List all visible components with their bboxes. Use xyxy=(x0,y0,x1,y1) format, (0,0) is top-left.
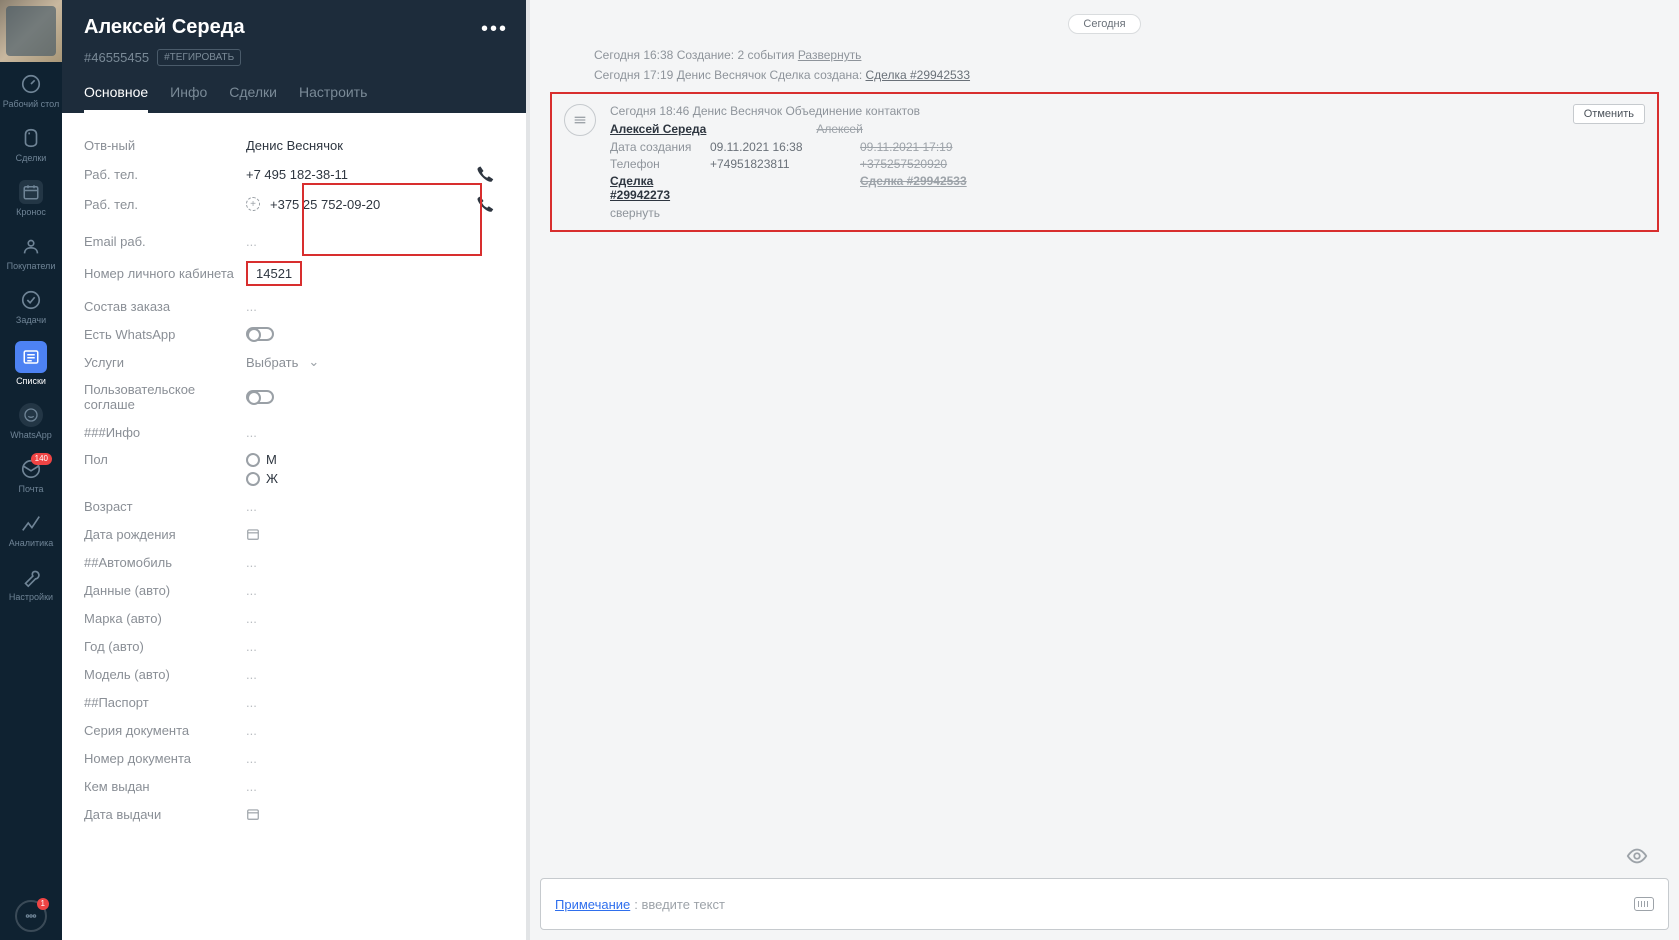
whatsapp-icon xyxy=(19,403,43,427)
services-label: Услуги xyxy=(84,355,246,370)
contact-panel: Алексей Середа ••• #46555455 #ТЕГИРОВАТЬ… xyxy=(62,0,530,940)
gender-m-radio[interactable]: М xyxy=(246,452,277,467)
mail-badge: 140 xyxy=(31,453,52,465)
note-prefix: Примечание xyxy=(555,897,630,912)
deal-link[interactable]: Сделка #29942533 xyxy=(866,68,971,82)
list-icon xyxy=(19,345,43,369)
activity-panel: Сегодня Сегодня 16:38 Создание: 2 событи… xyxy=(530,0,1679,940)
car-header: ##Автомобиль xyxy=(84,555,246,570)
email-value[interactable]: ... xyxy=(246,234,257,249)
responsible-label: Отв-ный xyxy=(84,138,246,153)
info-header: ###Инфо xyxy=(84,425,246,440)
merge-event-card: Сегодня 18:46 Денис Веснячок Объединение… xyxy=(550,92,1659,232)
services-select[interactable]: Выбрать ⌄ xyxy=(246,354,319,370)
eye-icon[interactable] xyxy=(1626,845,1648,867)
plus-circle-icon: + xyxy=(246,197,260,211)
cancel-merge-button[interactable]: Отменить xyxy=(1573,104,1645,124)
merge-deal2-link[interactable]: Сделка #29942533 xyxy=(860,174,1010,202)
notif-badge: 1 xyxy=(37,898,49,910)
sidebar: Рабочий стол Сделки Кронос Покупатели За… xyxy=(0,0,62,940)
call-phone1-button[interactable] xyxy=(476,165,494,183)
nav-mail[interactable]: 140 Почта xyxy=(0,447,62,501)
issuedate-label: Дата выдачи xyxy=(84,807,246,822)
cardata-label: Данные (авто) xyxy=(84,583,246,598)
more-button[interactable]: ••• xyxy=(481,18,508,41)
nav-tasks[interactable]: Задачи xyxy=(0,278,62,332)
docnum-label: Номер документа xyxy=(84,751,246,766)
tab-configure[interactable]: Настроить xyxy=(299,84,367,113)
phone1-label: Раб. тел. xyxy=(84,167,246,182)
merge-headline: Сегодня 18:46 Денис Веснячок Объединение… xyxy=(610,104,1643,118)
gender-f-radio[interactable]: Ж xyxy=(246,471,278,486)
nav-deals[interactable]: Сделки xyxy=(0,116,62,170)
responsible-value[interactable]: Денис Веснячок xyxy=(246,138,343,153)
tag-icon xyxy=(19,126,43,150)
whatsapp-toggle[interactable] xyxy=(246,327,274,341)
phone-icon xyxy=(476,195,494,213)
chevron-down-icon: ⌄ xyxy=(308,354,319,370)
user-avatar[interactable] xyxy=(0,0,62,62)
nav-analytics[interactable]: Аналитика xyxy=(0,501,62,555)
year-label: Год (авто) xyxy=(84,639,246,654)
calendar-icon[interactable] xyxy=(246,807,260,821)
merge-deal1-link[interactable]: Сделка #29942273 xyxy=(610,174,710,202)
note-input[interactable]: Примечание : введите текст xyxy=(540,878,1669,930)
contact-form: Отв-ный Денис Веснячок Раб. тел. +7 495 … xyxy=(62,113,526,940)
wrench-icon xyxy=(19,565,43,589)
order-label: Состав заказа xyxy=(84,299,246,314)
feed-entry: Сегодня 16:38 Создание: 2 события Развер… xyxy=(594,48,1669,62)
nav-desktop[interactable]: Рабочий стол xyxy=(0,62,62,116)
docseries-label: Серия документа xyxy=(84,723,246,738)
note-placeholder: : введите текст xyxy=(634,897,725,912)
account-label: Номер личного кабинета xyxy=(84,266,246,281)
merge-primary-name[interactable]: Алексей Середа xyxy=(610,122,706,136)
feed-entry: Сегодня 17:19 Денис Веснячок Сделка созд… xyxy=(594,68,1669,82)
chart-icon xyxy=(19,511,43,535)
agreement-toggle[interactable] xyxy=(246,390,274,404)
agreement-label: Пользовательское соглаше xyxy=(84,382,246,412)
age-label: Возраст xyxy=(84,499,246,514)
contact-header: Алексей Середа ••• #46555455 #ТЕГИРОВАТЬ… xyxy=(62,0,526,113)
activity-feed: Сегодня Сегодня 16:38 Создание: 2 событи… xyxy=(530,0,1679,878)
nav-settings[interactable]: Настройки xyxy=(0,555,62,609)
nav-kronos[interactable]: Кронос xyxy=(0,170,62,224)
account-value[interactable]: 14521 xyxy=(256,266,292,281)
gender-label: Пол xyxy=(84,452,246,467)
phone2-value[interactable]: + +375 25 752-09-20 xyxy=(246,197,380,212)
merge-icon xyxy=(564,104,596,136)
users-icon xyxy=(19,234,43,258)
passport-header: ##Паспорт xyxy=(84,695,246,710)
email-label: Email раб. xyxy=(84,234,246,249)
nav-whatsapp[interactable]: WhatsApp xyxy=(0,393,62,447)
keyboard-icon[interactable] xyxy=(1634,897,1654,911)
collapse-link[interactable]: свернуть xyxy=(610,206,1643,220)
issuedby-label: Кем выдан xyxy=(84,779,246,794)
calendar-icon[interactable] xyxy=(246,527,260,541)
merge-secondary-name: Алексей xyxy=(816,122,862,136)
nav-customers[interactable]: Покупатели xyxy=(0,224,62,278)
birth-label: Дата рождения xyxy=(84,527,246,542)
whatsapp-label: Есть WhatsApp xyxy=(84,327,246,342)
tab-deals[interactable]: Сделки xyxy=(229,84,277,113)
check-circle-icon xyxy=(19,288,43,312)
tab-info[interactable]: Инфо xyxy=(170,84,207,113)
date-separator: Сегодня xyxy=(540,14,1669,34)
nav-lists[interactable]: Списки xyxy=(0,331,62,393)
brand-label: Марка (авто) xyxy=(84,611,246,626)
tag-button[interactable]: #ТЕГИРОВАТЬ xyxy=(157,49,241,66)
contact-title: Алексей Середа xyxy=(84,16,504,39)
gauge-icon xyxy=(19,72,43,96)
order-value[interactable]: ... xyxy=(246,299,257,314)
phone1-value[interactable]: +7 495 182-38-11 xyxy=(246,167,348,182)
expand-link[interactable]: Развернуть xyxy=(798,48,862,62)
call-phone2-button[interactable] xyxy=(476,195,494,213)
phone-icon xyxy=(476,165,494,183)
phone2-label: Раб. тел. xyxy=(84,197,246,212)
account-value-highlight: 14521 xyxy=(246,261,302,286)
model-label: Модель (авто) xyxy=(84,667,246,682)
tab-main[interactable]: Основное xyxy=(84,84,148,113)
calendar-icon xyxy=(19,180,43,204)
notifications-button[interactable]: 1 xyxy=(15,900,47,932)
contact-id: #46555455 xyxy=(84,50,149,65)
